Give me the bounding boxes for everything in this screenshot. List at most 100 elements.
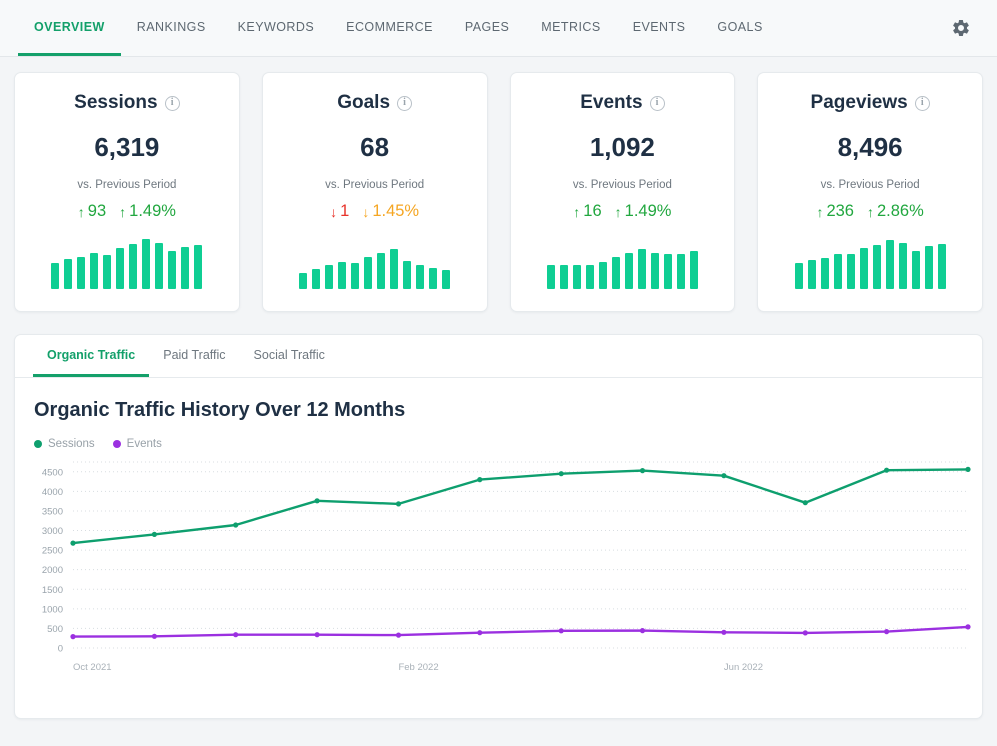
legend-label: Sessions: [48, 438, 95, 450]
sparkline-bar: [155, 243, 164, 289]
chart-plot-area: 0 500 1000 1500 2000 2500 3000 3500 4000 4500 Oct …: [15, 450, 982, 690]
metric-card-events: Events i 1,092 vs. Previous Period ↑ 16 ↑ 1.49%: [509, 72, 736, 312]
legend-item-sessions[interactable]: Sessions: [34, 438, 95, 450]
sparkline-bar: [116, 248, 125, 289]
sparkline-bar: [846, 254, 855, 289]
sparkline-bar: [377, 253, 386, 289]
delta-percent-text: 2.86%: [876, 202, 924, 220]
info-icon[interactable]: i: [649, 95, 665, 111]
data-point-sessions[interactable]: [721, 473, 727, 479]
delta-percent: ↓ 1.45%: [362, 202, 419, 221]
nav-tab-list: OVERVIEW RANKINGS KEYWORDS ECOMMERCE PAGES ME…: [18, 0, 779, 56]
sparkline-bar: [429, 268, 438, 289]
data-point-events[interactable]: [965, 624, 971, 630]
data-point-sessions[interactable]: [884, 467, 890, 473]
data-point-events[interactable]: [639, 628, 646, 634]
sparkline-bar: [77, 257, 86, 289]
info-icon[interactable]: i: [164, 95, 180, 111]
sparkline-bar: [64, 259, 73, 289]
legend-item-events[interactable]: Events: [112, 438, 162, 450]
sparkline-bar: [937, 244, 946, 289]
data-point-events[interactable]: [721, 629, 727, 635]
comparison-label: vs. Previous Period: [820, 179, 920, 191]
sparkline-bar: [924, 246, 933, 289]
y-axis-tick-label: 3500: [42, 506, 63, 517]
data-point-events[interactable]: [558, 628, 564, 634]
legend-label: Events: [126, 438, 162, 450]
data-point-sessions[interactable]: [314, 498, 320, 504]
arrow-up-icon: ↑: [119, 203, 127, 220]
data-point-sessions[interactable]: [233, 522, 239, 528]
nav-tab-goals[interactable]: GOALS: [701, 0, 778, 56]
sparkline-bar: [325, 265, 334, 289]
metric-card-sessions: Sessions i 6,319 vs. Previous Period ↑ 93 ↑ 1.4…: [14, 72, 240, 312]
sparkline-bar: [611, 257, 620, 289]
nav-tab-overview[interactable]: OVERVIEW: [18, 0, 121, 56]
delta-row: ↑ 236 ↑ 2.86%: [816, 202, 923, 221]
sparkline-bar-chart: [286, 237, 464, 289]
chart-legend: Sessions Events: [15, 422, 982, 450]
arrow-up-icon: ↑: [573, 203, 581, 220]
arrow-up-icon: ↑: [77, 203, 85, 220]
arrow-up-icon: ↑: [816, 203, 824, 220]
arrow-up-icon: ↑: [866, 203, 874, 220]
data-point-sessions[interactable]: [70, 540, 76, 546]
data-point-sessions[interactable]: [802, 500, 808, 506]
metric-value: 1,092: [589, 132, 655, 162]
y-axis-tick-label: 2500: [42, 546, 63, 557]
legend-color-dot: [112, 440, 121, 448]
sparkline-bar: [416, 265, 425, 289]
sparkline-bar: [807, 260, 816, 289]
data-point-events[interactable]: [395, 632, 402, 638]
delta-absolute-text: 93: [87, 202, 107, 220]
info-icon[interactable]: i: [397, 95, 413, 111]
data-point-events[interactable]: [233, 632, 239, 638]
delta-percent: ↑ 1.49%: [119, 202, 176, 221]
metric-card-title: Events: [580, 92, 643, 113]
metric-card-pageviews: Pageviews i 8,496 vs. Previous Period ↑ 236 ↑ 2…: [757, 72, 983, 312]
data-point-sessions[interactable]: [965, 466, 971, 472]
arrow-down-icon: ↓: [330, 203, 338, 220]
data-point-sessions[interactable]: [639, 468, 646, 474]
y-axis-tick-label: 0: [58, 644, 63, 655]
metric-card-title: Goals: [337, 92, 391, 113]
nav-tab-rankings[interactable]: RANKINGS: [121, 0, 222, 56]
sparkline-bar: [794, 263, 803, 289]
sparkline-bar: [103, 255, 112, 289]
nav-tab-metrics[interactable]: METRICS: [525, 0, 616, 56]
sparkline-bar: [403, 261, 412, 289]
sparkline-bar: [833, 254, 842, 289]
sparkline-bar: [351, 263, 360, 289]
sparkline-bar: [364, 257, 373, 289]
settings-gear-button[interactable]: [947, 14, 975, 42]
data-point-sessions[interactable]: [151, 531, 157, 537]
data-point-sessions[interactable]: [477, 477, 483, 483]
sparkline-bar-chart: [781, 237, 959, 289]
traffic-tab-paid-traffic[interactable]: Paid Traffic: [149, 335, 239, 377]
data-point-events[interactable]: [884, 629, 890, 635]
y-axis-tick-label: 4500: [42, 467, 63, 478]
metric-card-header: Sessions i: [74, 92, 180, 114]
traffic-chart-panel: Organic Traffic Paid Traffic Social Traffi…: [14, 334, 983, 719]
nav-tab-events[interactable]: EVENTS: [617, 0, 702, 56]
info-icon[interactable]: i: [914, 95, 930, 111]
data-point-sessions[interactable]: [395, 501, 402, 507]
traffic-tab-organic-traffic[interactable]: Organic Traffic: [33, 335, 150, 377]
sparkline-bar: [90, 253, 99, 289]
sparkline-bar: [299, 273, 308, 289]
nav-tab-pages[interactable]: PAGES: [449, 0, 525, 56]
data-point-events[interactable]: [477, 630, 483, 636]
nav-tab-keywords[interactable]: KEYWORDS: [222, 0, 331, 56]
data-point-events[interactable]: [314, 632, 320, 638]
nav-tab-ecommerce[interactable]: ECOMMERCE: [330, 0, 449, 56]
data-point-events[interactable]: [802, 630, 808, 636]
chart-title: Organic Traffic History Over 12 Months: [34, 399, 406, 421]
data-point-events[interactable]: [70, 634, 76, 640]
data-point-events[interactable]: [151, 633, 157, 639]
metric-card-header: Events i: [580, 92, 665, 114]
traffic-tab-social-traffic[interactable]: Social Traffic: [240, 335, 339, 377]
delta-percent: ↑ 2.86%: [867, 202, 924, 221]
sparkline-bar: [572, 265, 581, 289]
sparkline-bar: [546, 265, 555, 289]
data-point-sessions[interactable]: [558, 471, 564, 477]
